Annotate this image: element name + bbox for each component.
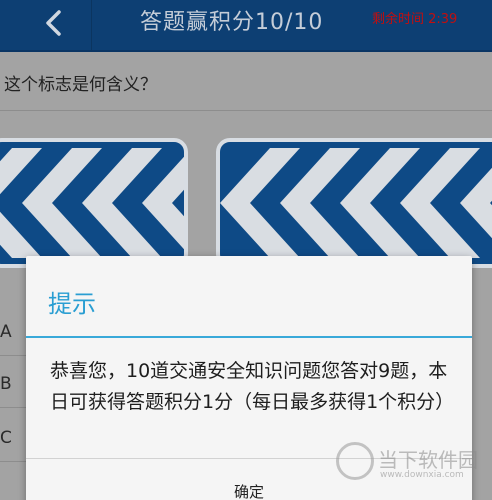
sign-chevron-left-icon (0, 138, 188, 268)
watermark-url: www.downxia.com (380, 470, 464, 480)
option-letter: A (0, 322, 12, 342)
screen: 答题赢积分10/10 剩余时间 2:39 这个标志是何含义？ A B C 提示 … (0, 0, 492, 500)
watermark-logo-icon (336, 442, 374, 480)
dialog-title-divider (26, 336, 472, 338)
dialog-title: 提示 (48, 290, 96, 318)
divider (0, 110, 492, 111)
question-image (0, 138, 492, 268)
dialog-message: 恭喜您，10道交通安全知识问题您答对9题，本日可获得答题积分1分（每日最多获得1… (50, 360, 455, 413)
watermark-name: 当下软件园 (378, 448, 478, 472)
option-letter: C (0, 428, 12, 448)
countdown-timer: 剩余时间 2:39 (372, 12, 458, 27)
chevron-left-icon (46, 10, 61, 36)
back-button[interactable] (0, 0, 92, 52)
watermark: 当下软件园 www.downxia.com (336, 440, 486, 490)
page-title: 答题赢积分10/10 (140, 10, 324, 35)
sign-chevron-left-icon (216, 138, 492, 268)
app-header: 答题赢积分10/10 剩余时间 2:39 (0, 0, 492, 52)
question-text: 这个标志是何含义？ (4, 75, 157, 95)
option-letter: B (0, 374, 12, 394)
